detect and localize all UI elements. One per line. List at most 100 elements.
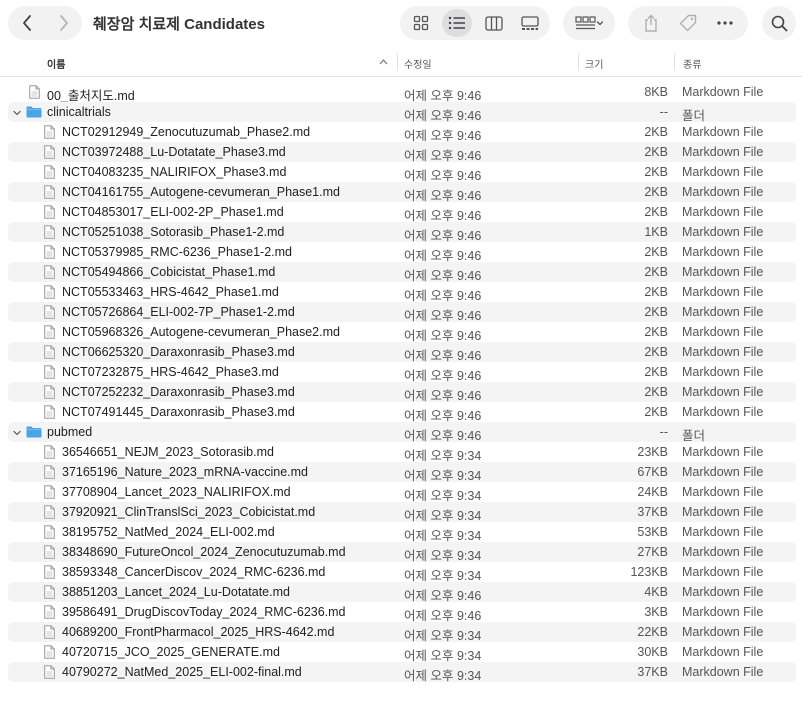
window-title: 췌장암 치료제 Candidates — [93, 16, 265, 33]
item-name: NCT05494866_Cobicistat_Phase1.md — [62, 265, 276, 279]
file-row[interactable]: NCT05379985_RMC-6236_Phase1-2.md 어제 오후 9:… — [0, 242, 802, 263]
file-row[interactable]: 38195752_NatMed_2024_ELI-002.md 어제 오후 9:3… — [0, 522, 802, 543]
forward-button[interactable] — [45, 6, 82, 40]
group-by-button[interactable] — [563, 6, 615, 40]
item-kind: Markdown File — [682, 645, 764, 659]
file-row[interactable]: NCT05533463_HRS-4642_Phase1.md 어제 오후 9:46… — [0, 282, 802, 303]
column-divider[interactable] — [674, 54, 675, 70]
item-size: 2KB — [644, 345, 668, 359]
disclosure-triangle-icon[interactable] — [12, 427, 22, 437]
folder-row[interactable]: clinicaltrials 어제 오후 9:46 -- 폴더 — [0, 102, 802, 123]
document-icon — [44, 145, 55, 159]
item-kind: Markdown File — [682, 325, 764, 339]
back-button[interactable] — [8, 6, 45, 40]
item-name: 38348690_FutureOncol_2024_Zenocutuzumab.… — [62, 545, 346, 559]
file-row[interactable]: NCT07491445_Daraxonrasib_Phase3.md 어제 오후 … — [0, 402, 802, 423]
item-size: 2KB — [644, 285, 668, 299]
file-row[interactable]: NCT04161755_Autogene-cevumeran_Phase1.md… — [0, 182, 802, 203]
item-kind: Markdown File — [682, 385, 764, 399]
file-row[interactable]: 00_출처지도.md 어제 오후 9:46 8KB Markdown File — [0, 82, 802, 103]
column-view-button[interactable] — [479, 9, 509, 37]
document-icon — [44, 205, 55, 219]
item-name: NCT05533463_HRS-4642_Phase1.md — [62, 285, 279, 299]
file-row[interactable]: NCT07252232_Daraxonrasib_Phase3.md 어제 오후 … — [0, 382, 802, 403]
file-row[interactable]: NCT05494866_Cobicistat_Phase1.md 어제 오후 9:… — [0, 262, 802, 283]
item-size: 2KB — [644, 365, 668, 379]
list-view-icon — [448, 16, 465, 30]
file-row[interactable]: 37708904_Lancet_2023_NALIRIFOX.md 어제 오후 9… — [0, 482, 802, 503]
file-row[interactable]: NCT04853017_ELI-002-2P_Phase1.md 어제 오후 9:… — [0, 202, 802, 223]
sort-ascending-icon[interactable] — [379, 59, 388, 65]
file-row[interactable]: 40790272_NatMed_2025_ELI-002-final.md 어제 … — [0, 662, 802, 683]
file-row[interactable]: 38593348_CancerDiscov_2024_RMC-6236.md 어제… — [0, 562, 802, 583]
toolbar: 췌장암 치료제 Candidates — [0, 0, 802, 46]
file-row[interactable]: NCT02912949_Zenocutuzumab_Phase2.md 어제 오후… — [0, 122, 802, 143]
item-size: 37KB — [637, 505, 668, 519]
file-row[interactable]: 40720715_JCO_2025_GENERATE.md 어제 오후 9:34 3… — [0, 642, 802, 663]
item-kind: Markdown File — [682, 545, 764, 559]
action-group — [628, 6, 748, 40]
disclosure-triangle-icon[interactable] — [12, 107, 22, 117]
item-name: 40790272_NatMed_2025_ELI-002-final.md — [62, 665, 302, 679]
more-actions-button[interactable] — [708, 9, 742, 37]
file-list: 00_출처지도.md 어제 오후 9:46 8KB Markdown File clin… — [0, 82, 802, 683]
tag-icon — [679, 14, 697, 32]
item-size: 22KB — [637, 625, 668, 639]
item-size: 2KB — [644, 185, 668, 199]
file-row[interactable]: NCT05251038_Sotorasib_Phase1-2.md 어제 오후 9… — [0, 222, 802, 243]
list-view-button[interactable] — [442, 9, 472, 37]
item-size: 2KB — [644, 125, 668, 139]
column-kind-header[interactable]: 종류 — [683, 56, 701, 71]
item-kind: Markdown File — [682, 665, 764, 679]
item-kind: Markdown File — [682, 165, 764, 179]
file-row[interactable]: 36546651_NEJM_2023_Sotorasib.md 어제 오후 9:3… — [0, 442, 802, 463]
item-size: 2KB — [644, 385, 668, 399]
item-kind: Markdown File — [682, 245, 764, 259]
item-kind: Markdown File — [682, 225, 764, 239]
column-modified-header[interactable]: 수정일 — [404, 56, 432, 71]
document-icon — [44, 265, 55, 279]
item-kind: Markdown File — [682, 585, 764, 599]
item-name: 39586491_DrugDiscovToday_2024_RMC-6236.m… — [62, 605, 346, 619]
item-size: 30KB — [637, 645, 668, 659]
file-row[interactable]: 38348690_FutureOncol_2024_Zenocutuzumab.… — [0, 542, 802, 563]
file-row[interactable]: NCT04083235_NALIRIFOX_Phase3.md 어제 오후 9:4… — [0, 162, 802, 183]
file-row[interactable]: NCT05968326_Autogene-cevumeran_Phase2.md… — [0, 322, 802, 343]
gallery-view-button[interactable] — [515, 9, 545, 37]
item-size: 2KB — [644, 405, 668, 419]
file-row[interactable]: NCT03972488_Lu-Dotatate_Phase3.md 어제 오후 9… — [0, 142, 802, 163]
file-row[interactable]: 37920921_ClinTranslSci_2023_Cobicistat.m… — [0, 502, 802, 523]
file-row[interactable]: NCT05726864_ELI-002-7P_Phase1-2.md 어제 오후 … — [0, 302, 802, 323]
document-icon — [44, 565, 55, 579]
item-size: 53KB — [637, 525, 668, 539]
item-size: 37KB — [637, 665, 668, 679]
column-name-header[interactable]: 이름 — [47, 56, 65, 71]
search-button[interactable] — [762, 6, 796, 40]
item-name: NCT04083235_NALIRIFOX_Phase3.md — [62, 165, 287, 179]
file-row[interactable]: 37165196_Nature_2023_mRNA-vaccine.md 어제 오… — [0, 462, 802, 483]
item-kind: Markdown File — [682, 365, 764, 379]
item-size: 4KB — [644, 585, 668, 599]
folder-row[interactable]: pubmed 어제 오후 9:46 -- 폴더 — [0, 422, 802, 443]
file-row[interactable]: NCT06625320_Daraxonrasib_Phase3.md 어제 오후 … — [0, 342, 802, 363]
share-icon — [645, 14, 657, 32]
icon-view-button[interactable] — [406, 9, 436, 37]
item-name: NCT05968326_Autogene-cevumeran_Phase2.md — [62, 325, 340, 339]
item-name: 36546651_NEJM_2023_Sotorasib.md — [62, 445, 274, 459]
column-size-header[interactable]: 크기 — [585, 56, 603, 71]
column-divider[interactable] — [397, 54, 398, 70]
column-divider[interactable] — [578, 54, 579, 70]
document-icon — [44, 345, 55, 359]
tag-button[interactable] — [671, 9, 705, 37]
file-row[interactable]: 38851203_Lancet_2024_Lu-Dotatate.md 어제 오후… — [0, 582, 802, 603]
file-row[interactable]: NCT07232875_HRS-4642_Phase3.md 어제 오후 9:46… — [0, 362, 802, 383]
document-icon — [44, 405, 55, 419]
file-row[interactable]: 40689200_FrontPharmacol_2025_HRS-4642.md… — [0, 622, 802, 643]
item-size: 27KB — [637, 545, 668, 559]
item-kind: Markdown File — [682, 465, 764, 479]
share-button[interactable] — [634, 9, 668, 37]
file-row[interactable]: 39586491_DrugDiscovToday_2024_RMC-6236.m… — [0, 602, 802, 623]
document-icon — [44, 365, 55, 379]
item-kind: Markdown File — [682, 345, 764, 359]
gallery-view-icon — [521, 15, 539, 30]
